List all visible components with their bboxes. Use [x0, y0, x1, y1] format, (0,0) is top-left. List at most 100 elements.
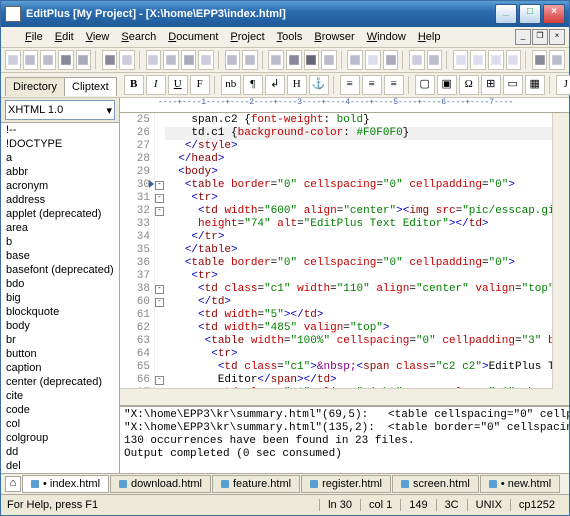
copy-button[interactable]: [163, 50, 179, 70]
tbl-button[interactable]: ⊞: [481, 75, 501, 95]
hscrollbar[interactable]: [120, 388, 553, 405]
paste-button[interactable]: [181, 50, 197, 70]
cliptext-button[interactable]: button: [1, 347, 119, 361]
menu-browser[interactable]: Browser: [308, 29, 360, 45]
cliptext-abbr[interactable]: abbr: [1, 165, 119, 179]
cliptext-del[interactable]: del: [1, 459, 119, 473]
side-tab-directory[interactable]: Directory: [5, 77, 65, 96]
mdi-restore-button[interactable]: ❐: [532, 29, 548, 45]
char-button[interactable]: Ω: [459, 75, 479, 95]
cliptext-dd[interactable]: dd: [1, 445, 119, 459]
ftp-button[interactable]: [119, 50, 135, 70]
output-panel[interactable]: "X:\home\EPP3\kr\summary.html"(69,5): <t…: [120, 405, 569, 473]
ws-button[interactable]: [365, 50, 381, 70]
cliptext-basefont--deprecated-[interactable]: basefont (deprecated): [1, 263, 119, 277]
underline-button[interactable]: U: [168, 75, 188, 95]
cliptext-b[interactable]: b: [1, 235, 119, 249]
t1-button[interactable]: [453, 50, 469, 70]
cliptext-base[interactable]: base: [1, 249, 119, 263]
cliptext-col[interactable]: col: [1, 417, 119, 431]
titlebar[interactable]: EditPlus [My Project] - [X:\home\EPP3\in…: [1, 1, 569, 27]
sidebar-list[interactable]: !--!DOCTYPEaabbracronymaddressapplet (de…: [1, 123, 119, 473]
menu-project[interactable]: Project: [224, 29, 270, 45]
preview-button[interactable]: [102, 50, 118, 70]
font-button[interactable]: F: [190, 75, 210, 95]
vscrollbar[interactable]: [552, 113, 569, 405]
undo-button[interactable]: [225, 50, 241, 70]
menu-view[interactable]: View: [80, 29, 116, 45]
form-button[interactable]: ▭: [503, 75, 523, 95]
del-button[interactable]: [198, 50, 214, 70]
doc-tab-feature-html[interactable]: feature.html: [212, 475, 300, 493]
spell-button[interactable]: [383, 50, 399, 70]
right-button[interactable]: ≡: [384, 75, 404, 95]
center-button[interactable]: ≡: [362, 75, 382, 95]
frame-button[interactable]: ▦: [525, 75, 545, 95]
cliptext-select[interactable]: XHTML 1.0 ▾: [5, 100, 115, 120]
para-button[interactable]: ¶: [243, 75, 263, 95]
cliptext----[interactable]: !--: [1, 123, 119, 137]
save-button[interactable]: [40, 50, 56, 70]
nb-button[interactable]: nb: [221, 75, 241, 95]
cliptext-caption[interactable]: caption: [1, 361, 119, 375]
mdi-minimize-button[interactable]: _: [515, 29, 531, 45]
browser-button[interactable]: [532, 50, 548, 70]
saveall-button[interactable]: [58, 50, 74, 70]
bold-button[interactable]: B: [124, 75, 144, 95]
mdi-close-button[interactable]: ×: [549, 29, 565, 45]
close-button[interactable]: ×: [543, 4, 565, 24]
cliptext-colgroup[interactable]: colgroup: [1, 431, 119, 445]
findfiles-button[interactable]: [304, 50, 320, 70]
menu-tools[interactable]: Tools: [271, 29, 309, 45]
minimize-button[interactable]: _: [495, 4, 517, 24]
tabs-home-icon[interactable]: ⌂: [5, 476, 21, 492]
cliptext-br[interactable]: br: [1, 333, 119, 347]
help-button[interactable]: [549, 50, 565, 70]
cliptext-acronym[interactable]: acronym: [1, 179, 119, 193]
cliptext-center--deprecated-[interactable]: center (deprecated): [1, 375, 119, 389]
doc-tab-new-html[interactable]: • new.html: [480, 475, 560, 493]
find-button[interactable]: [268, 50, 284, 70]
menu-window[interactable]: Window: [361, 29, 412, 45]
menu-file[interactable]: File: [19, 29, 49, 45]
cliptext-body[interactable]: body: [1, 319, 119, 333]
source[interactable]: span.c2 {font-weight: bold} td.c1 {backg…: [163, 113, 569, 405]
t3-button[interactable]: [488, 50, 504, 70]
redo-button[interactable]: [242, 50, 258, 70]
cliptext-applet--deprecated-[interactable]: applet (deprecated): [1, 207, 119, 221]
cliptext-blockquote[interactable]: blockquote: [1, 305, 119, 319]
menu-edit[interactable]: Edit: [49, 29, 80, 45]
cliptext-bdo[interactable]: bdo: [1, 277, 119, 291]
cliptext-code[interactable]: code: [1, 403, 119, 417]
cliptext-area[interactable]: area: [1, 221, 119, 235]
obj-button[interactable]: ▣: [437, 75, 457, 95]
side-tab-cliptext[interactable]: Cliptext: [64, 77, 117, 96]
cliptext-address[interactable]: address: [1, 193, 119, 207]
menu-document[interactable]: Document: [162, 29, 224, 45]
doc-tab-register-html[interactable]: register.html: [301, 475, 391, 493]
t2-button[interactable]: [470, 50, 486, 70]
rec-button[interactable]: [409, 50, 425, 70]
nbsp-button[interactable]: ↲: [265, 75, 285, 95]
cliptext--doctype[interactable]: !DOCTYPE: [1, 137, 119, 151]
menu-search[interactable]: Search: [115, 29, 162, 45]
t4-button[interactable]: [506, 50, 522, 70]
italic-button[interactable]: I: [146, 75, 166, 95]
new-button[interactable]: [5, 50, 21, 70]
maximize-button[interactable]: □: [519, 4, 541, 24]
doc-tab-screen-html[interactable]: screen.html: [392, 475, 479, 493]
cliptext-big[interactable]: big: [1, 291, 119, 305]
cut-button[interactable]: [146, 50, 162, 70]
wrap-button[interactable]: [347, 50, 363, 70]
open-button[interactable]: [23, 50, 39, 70]
play-button[interactable]: [427, 50, 443, 70]
hbar-button[interactable]: H: [287, 75, 307, 95]
cliptext-cite[interactable]: cite: [1, 389, 119, 403]
anchor-button[interactable]: ⚓: [309, 75, 329, 95]
print-button[interactable]: [76, 50, 92, 70]
h1-button[interactable]: J: [556, 75, 570, 95]
fold-margin[interactable]: -----------: [155, 113, 163, 405]
cliptext-a[interactable]: a: [1, 151, 119, 165]
replace-button[interactable]: [286, 50, 302, 70]
doc-tab-index-html[interactable]: • index.html: [22, 475, 109, 493]
